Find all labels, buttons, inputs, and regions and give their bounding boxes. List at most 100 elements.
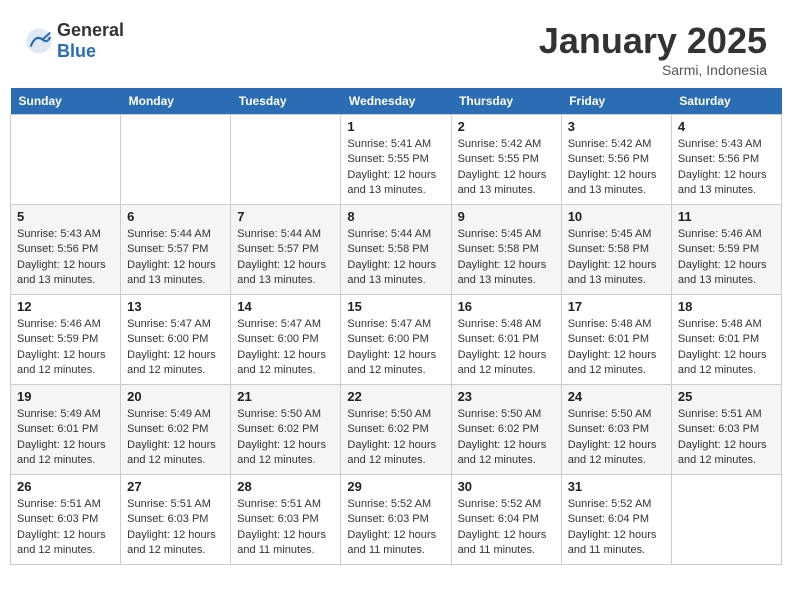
week-row-2: 5 Sunrise: 5:43 AM Sunset: 5:56 PM Daylig… (11, 205, 782, 295)
day-number: 19 (17, 389, 114, 404)
calendar-cell: 1Sunrise: 5:41 AM Sunset: 5:55 PM Daylig… (341, 115, 451, 205)
day-info: Sunrise: 5:49 AM Sunset: 6:02 PM Dayligh… (127, 407, 224, 469)
day-number: 8 (347, 209, 444, 224)
day-info: Sunrise: 5:44 AM Sunset: 5:58 PM Dayligh… (347, 227, 444, 289)
day-number: 3 (568, 119, 665, 134)
day-info: Sunrise: 5:43 AM Sunset: 5:56 PM Dayligh… (17, 227, 114, 289)
calendar-cell (121, 115, 231, 205)
day-number: 22 (347, 389, 444, 404)
calendar-cell: 8 Sunrise: 5:44 AM Sunset: 5:58 PM Daylig… (341, 205, 451, 295)
calendar-cell (231, 115, 341, 205)
calendar-cell: 22 Sunrise: 5:50 AM Sunset: 6:02 PM Dayli… (341, 385, 451, 475)
calendar-cell (11, 115, 121, 205)
day-number: 10 (568, 209, 665, 224)
calendar-cell: 11 Sunrise: 5:46 AM Sunset: 5:59 PM Dayli… (671, 205, 781, 295)
month-title: January 2025 (539, 20, 767, 62)
calendar-cell: 23 Sunrise: 5:50 AM Sunset: 6:02 PM Dayli… (451, 385, 561, 475)
calendar-cell: 27 Sunrise: 5:51 AM Sunset: 6:03 PM Dayli… (121, 475, 231, 565)
day-number: 30 (458, 479, 555, 494)
day-info: Sunrise: 5:47 AM Sunset: 6:00 PM Dayligh… (237, 317, 334, 379)
calendar-cell: 9Sunrise: 5:45 AM Sunset: 5:58 PM Daylig… (451, 205, 561, 295)
logo-icon (25, 27, 53, 55)
day-number: 5 (17, 209, 114, 224)
logo-general: General (57, 20, 124, 40)
day-info: Sunrise: 5:45 AM Sunset: 5:58 PM Dayligh… (568, 227, 665, 289)
day-number: 12 (17, 299, 114, 314)
calendar-cell: 2 Sunrise: 5:42 AM Sunset: 5:55 PM Daylig… (451, 115, 561, 205)
calendar-cell: 29Sunrise: 5:52 AM Sunset: 6:03 PM Dayli… (341, 475, 451, 565)
day-number: 25 (678, 389, 775, 404)
day-info: Sunrise: 5:48 AM Sunset: 6:01 PM Dayligh… (678, 317, 775, 379)
day-number: 14 (237, 299, 334, 314)
calendar-cell: 26 Sunrise: 5:51 AM Sunset: 6:03 PM Dayli… (11, 475, 121, 565)
day-number: 24 (568, 389, 665, 404)
weekday-header-thursday: Thursday (451, 88, 561, 115)
day-number: 28 (237, 479, 334, 494)
day-info: Sunrise: 5:50 AM Sunset: 6:03 PM Dayligh… (568, 407, 665, 469)
calendar-cell: 17Sunrise: 5:48 AM Sunset: 6:01 PM Dayli… (561, 295, 671, 385)
day-number: 27 (127, 479, 224, 494)
weekday-header-row: SundayMondayTuesdayWednesdayThursdayFrid… (11, 88, 782, 115)
calendar-cell: 16 Sunrise: 5:48 AM Sunset: 6:01 PM Dayli… (451, 295, 561, 385)
day-number: 18 (678, 299, 775, 314)
day-info: Sunrise: 5:51 AM Sunset: 6:03 PM Dayligh… (17, 497, 114, 559)
weekday-header-wednesday: Wednesday (341, 88, 451, 115)
day-info: Sunrise: 5:51 AM Sunset: 6:03 PM Dayligh… (127, 497, 224, 559)
day-number: 21 (237, 389, 334, 404)
day-number: 4 (678, 119, 775, 134)
day-info: Sunrise: 5:42 AM Sunset: 5:55 PM Dayligh… (458, 137, 555, 199)
day-number: 26 (17, 479, 114, 494)
day-info: Sunrise: 5:48 AM Sunset: 6:01 PM Dayligh… (568, 317, 665, 379)
day-number: 20 (127, 389, 224, 404)
day-number: 6 (127, 209, 224, 224)
calendar-cell: 13 Sunrise: 5:47 AM Sunset: 6:00 PM Dayli… (121, 295, 231, 385)
week-row-4: 19 Sunrise: 5:49 AM Sunset: 6:01 PM Dayli… (11, 385, 782, 475)
day-info: Sunrise: 5:51 AM Sunset: 6:03 PM Dayligh… (678, 407, 775, 469)
weekday-header-saturday: Saturday (671, 88, 781, 115)
day-info: Sunrise: 5:50 AM Sunset: 6:02 PM Dayligh… (347, 407, 444, 469)
weekday-header-tuesday: Tuesday (231, 88, 341, 115)
day-info: Sunrise: 5:49 AM Sunset: 6:01 PM Dayligh… (17, 407, 114, 469)
day-number: 29 (347, 479, 444, 494)
day-info: Sunrise: 5:48 AM Sunset: 6:01 PM Dayligh… (458, 317, 555, 379)
day-info: Sunrise: 5:42 AM Sunset: 5:56 PM Dayligh… (568, 137, 665, 199)
calendar-cell: 4Sunrise: 5:43 AM Sunset: 5:56 PM Daylig… (671, 115, 781, 205)
calendar-cell: 15 Sunrise: 5:47 AM Sunset: 6:00 PM Dayli… (341, 295, 451, 385)
calendar-cell: 7Sunrise: 5:44 AM Sunset: 5:57 PM Daylig… (231, 205, 341, 295)
day-info: Sunrise: 5:47 AM Sunset: 6:00 PM Dayligh… (127, 317, 224, 379)
day-info: Sunrise: 5:46 AM Sunset: 5:59 PM Dayligh… (17, 317, 114, 379)
week-row-1: 1Sunrise: 5:41 AM Sunset: 5:55 PM Daylig… (11, 115, 782, 205)
calendar-cell (671, 475, 781, 565)
day-info: Sunrise: 5:41 AM Sunset: 5:55 PM Dayligh… (347, 137, 444, 199)
calendar-cell: 30 Sunrise: 5:52 AM Sunset: 6:04 PM Dayli… (451, 475, 561, 565)
calendar-cell: 31 Sunrise: 5:52 AM Sunset: 6:04 PM Dayli… (561, 475, 671, 565)
day-info: Sunrise: 5:47 AM Sunset: 6:00 PM Dayligh… (347, 317, 444, 379)
location-subtitle: Sarmi, Indonesia (539, 62, 767, 78)
day-number: 16 (458, 299, 555, 314)
weekday-header-sunday: Sunday (11, 88, 121, 115)
day-number: 2 (458, 119, 555, 134)
day-info: Sunrise: 5:52 AM Sunset: 6:04 PM Dayligh… (568, 497, 665, 559)
calendar-cell: 28 Sunrise: 5:51 AM Sunset: 6:03 PM Dayli… (231, 475, 341, 565)
calendar-cell: 19 Sunrise: 5:49 AM Sunset: 6:01 PM Dayli… (11, 385, 121, 475)
day-number: 7 (237, 209, 334, 224)
day-info: Sunrise: 5:50 AM Sunset: 6:02 PM Dayligh… (458, 407, 555, 469)
day-number: 11 (678, 209, 775, 224)
page-header: General Blue January 2025 Sarmi, Indones… (10, 10, 782, 83)
calendar-cell: 24 Sunrise: 5:50 AM Sunset: 6:03 PM Dayli… (561, 385, 671, 475)
day-info: Sunrise: 5:51 AM Sunset: 6:03 PM Dayligh… (237, 497, 334, 559)
day-number: 15 (347, 299, 444, 314)
title-area: January 2025 Sarmi, Indonesia (539, 20, 767, 78)
day-info: Sunrise: 5:52 AM Sunset: 6:04 PM Dayligh… (458, 497, 555, 559)
day-info: Sunrise: 5:46 AM Sunset: 5:59 PM Dayligh… (678, 227, 775, 289)
day-info: Sunrise: 5:44 AM Sunset: 5:57 PM Dayligh… (127, 227, 224, 289)
calendar-cell: 20 Sunrise: 5:49 AM Sunset: 6:02 PM Dayli… (121, 385, 231, 475)
day-number: 23 (458, 389, 555, 404)
calendar-table: SundayMondayTuesdayWednesdayThursdayFrid… (10, 88, 782, 565)
calendar-cell: 6 Sunrise: 5:44 AM Sunset: 5:57 PM Daylig… (121, 205, 231, 295)
day-number: 13 (127, 299, 224, 314)
calendar-cell: 14 Sunrise: 5:47 AM Sunset: 6:00 PM Dayli… (231, 295, 341, 385)
day-number: 9 (458, 209, 555, 224)
weekday-header-monday: Monday (121, 88, 231, 115)
day-number: 31 (568, 479, 665, 494)
